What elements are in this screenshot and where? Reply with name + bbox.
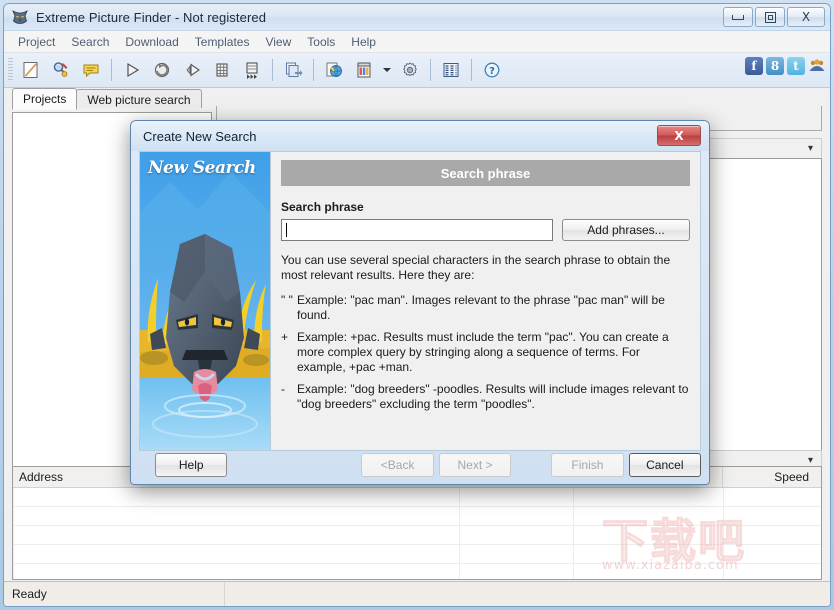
toolbar-grip[interactable] (8, 58, 13, 82)
stop-grid-icon[interactable] (208, 57, 236, 83)
step-download-icon[interactable] (178, 57, 206, 83)
menu-item-help[interactable]: Help (343, 33, 384, 51)
menu-item-project[interactable]: Project (10, 33, 63, 51)
table-row[interactable] (13, 545, 821, 564)
google-plus-icon[interactable]: 8 (766, 57, 784, 75)
community-icon[interactable] (808, 57, 826, 75)
special-characters-list: " " Example: "pac man". Images relevant … (281, 293, 690, 412)
panther-drinking-water-illustration: New Search (140, 152, 271, 450)
tab-web-picture-search[interactable]: Web picture search (76, 89, 202, 110)
list-item: " " Example: "pac man". Images relevant … (281, 293, 690, 323)
dropdown-arrow-icon[interactable] (380, 57, 394, 83)
bullet-marker: + (281, 330, 289, 344)
pause-download-icon[interactable] (148, 57, 176, 83)
dialog-footer: Help <Back Next > Finish Cancel (139, 451, 702, 479)
browser-icon[interactable] (320, 57, 348, 83)
toolbar: ? f 8 t (4, 53, 830, 88)
menu-item-view[interactable]: View (257, 33, 299, 51)
dialog-main-panel: Search phrase Search phrase Add phrases.… (271, 152, 700, 450)
options-gear-icon[interactable] (396, 57, 424, 83)
menu-bar: Project Search Download Templates View T… (4, 31, 830, 53)
svg-text:?: ? (489, 66, 495, 77)
skip-icon[interactable] (238, 57, 266, 83)
finish-button: Finish (551, 453, 624, 477)
title-bar: Extreme Picture Finder - Not registered … (4, 4, 830, 31)
minimize-icon (732, 14, 744, 20)
search-phrase-label: Search phrase (281, 200, 364, 214)
toolbar-separator (111, 59, 112, 81)
downloads-grid-rows (13, 488, 821, 579)
dialog-side-label: New Search (148, 158, 256, 178)
application-window: Extreme Picture Finder - Not registered … (0, 0, 834, 610)
facebook-icon[interactable]: f (745, 57, 763, 75)
add-phrases-button[interactable]: Add phrases... (562, 219, 690, 241)
bullet-marker: - (281, 382, 285, 396)
chevron-down-icon[interactable]: ▾ (808, 144, 813, 154)
grid-divider (573, 488, 574, 579)
window-title: Extreme Picture Finder - Not registered (36, 9, 267, 25)
table-row[interactable] (13, 564, 821, 579)
status-bar: Ready (4, 581, 830, 606)
status-text: Ready (12, 587, 47, 601)
bullet-text: Example: "pac man". Images relevant to t… (297, 293, 665, 322)
table-row[interactable] (13, 488, 821, 507)
bullet-text: Example: "dog breeders" -poodles. Result… (297, 382, 689, 411)
help-button[interactable]: Help (155, 453, 228, 477)
status-cell-2 (225, 582, 830, 606)
chevron-down-icon[interactable]: ▾ (808, 456, 813, 466)
bullet-marker: " " (281, 293, 293, 307)
list-item: - Example: "dog breeders" -poodles. Resu… (281, 382, 690, 412)
back-button: <Back (361, 453, 434, 477)
menu-item-search[interactable]: Search (63, 33, 117, 51)
dialog-title: Create New Search (143, 128, 257, 144)
social-links: f 8 t (745, 57, 826, 75)
section-header: Search phrase (281, 160, 690, 186)
maximize-button[interactable] (755, 7, 785, 27)
table-row[interactable] (13, 526, 821, 545)
close-button[interactable]: X (787, 7, 825, 27)
close-icon: X (801, 10, 811, 24)
next-button: Next > (438, 453, 512, 477)
text-caret (286, 223, 287, 237)
toolbar-separator (430, 59, 431, 81)
grid-divider (13, 488, 14, 579)
scheduler-icon[interactable] (437, 57, 465, 83)
window-controls: X (723, 7, 825, 27)
menu-item-download[interactable]: Download (117, 33, 186, 51)
bullet-text: Example: +pac. Results must include the … (297, 330, 669, 374)
grid-divider (723, 488, 724, 579)
tab-projects[interactable]: Projects (12, 88, 78, 110)
dialog-close-button[interactable]: X (657, 125, 701, 146)
new-project-icon[interactable] (17, 57, 45, 83)
toolbar-separator (313, 59, 314, 81)
dialog-body: New Search Search phrase Search phrase A… (139, 151, 701, 451)
comment-icon[interactable] (77, 57, 105, 83)
maximize-icon (764, 11, 776, 23)
dialog-title-bar: Create New Search X (131, 121, 709, 151)
panther-head-icon (11, 8, 29, 26)
minimize-button[interactable] (723, 7, 753, 27)
gallery-icon[interactable] (350, 57, 378, 83)
table-row[interactable] (13, 507, 821, 526)
menu-item-templates[interactable]: Templates (187, 33, 258, 51)
cancel-button[interactable]: Cancel (628, 453, 702, 477)
column-header-speed[interactable]: Speed (723, 467, 815, 487)
toolbar-separator (471, 59, 472, 81)
menu-item-tools[interactable]: Tools (299, 33, 343, 51)
export-icon[interactable] (279, 57, 307, 83)
search-settings-icon[interactable] (47, 57, 75, 83)
search-phrase-input[interactable] (281, 219, 553, 241)
search-phrase-row: Add phrases... (281, 219, 690, 241)
intro-paragraph: You can use several special characters i… (281, 253, 671, 282)
help-icon[interactable]: ? (478, 57, 506, 83)
grid-divider (459, 488, 460, 579)
start-download-icon[interactable] (118, 57, 146, 83)
list-item: + Example: +pac. Results must include th… (281, 330, 690, 375)
create-new-search-dialog: Create New Search X New Search Search ph… (130, 120, 710, 485)
twitter-icon[interactable]: t (787, 57, 805, 75)
toolbar-separator (272, 59, 273, 81)
